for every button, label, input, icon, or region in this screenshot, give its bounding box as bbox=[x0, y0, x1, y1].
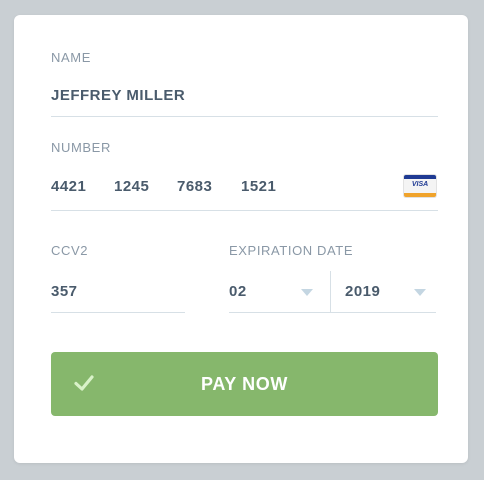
ccv-label: CCV2 bbox=[51, 243, 89, 258]
pay-now-button[interactable]: PAY NOW bbox=[51, 352, 438, 416]
ccv-underline bbox=[51, 312, 185, 313]
chevron-down-icon[interactable] bbox=[301, 289, 313, 296]
visa-brand-text: VISA bbox=[411, 181, 429, 188]
visa-band-top bbox=[404, 175, 436, 179]
card-number-group-4[interactable]: 1521 bbox=[241, 178, 276, 195]
card-number-group-1[interactable]: 4421 bbox=[51, 178, 86, 195]
name-field[interactable]: JEFFREY MILLER bbox=[51, 87, 185, 104]
visa-card-icon: VISA bbox=[404, 175, 436, 197]
expiration-underline bbox=[229, 312, 436, 313]
chevron-down-icon[interactable] bbox=[414, 289, 426, 296]
expiration-year-select[interactable]: 2019 bbox=[345, 283, 380, 300]
expiration-label: EXPIRATION DATE bbox=[229, 243, 354, 258]
expiration-month-select[interactable]: 02 bbox=[229, 283, 247, 300]
pay-now-label: PAY NOW bbox=[201, 374, 288, 394]
name-underline bbox=[51, 116, 438, 117]
visa-band-bottom bbox=[404, 193, 436, 197]
card-number-group-2[interactable]: 1245 bbox=[114, 178, 149, 195]
ccv-field[interactable]: 357 bbox=[51, 283, 78, 300]
name-label: NAME bbox=[51, 50, 91, 65]
number-label: NUMBER bbox=[51, 140, 111, 155]
card-number-group-3[interactable]: 7683 bbox=[177, 178, 212, 195]
number-underline bbox=[51, 210, 438, 211]
payment-card: NAME JEFFREY MILLER NUMBER 4421 1245 768… bbox=[14, 15, 468, 463]
expiration-divider bbox=[330, 271, 331, 312]
